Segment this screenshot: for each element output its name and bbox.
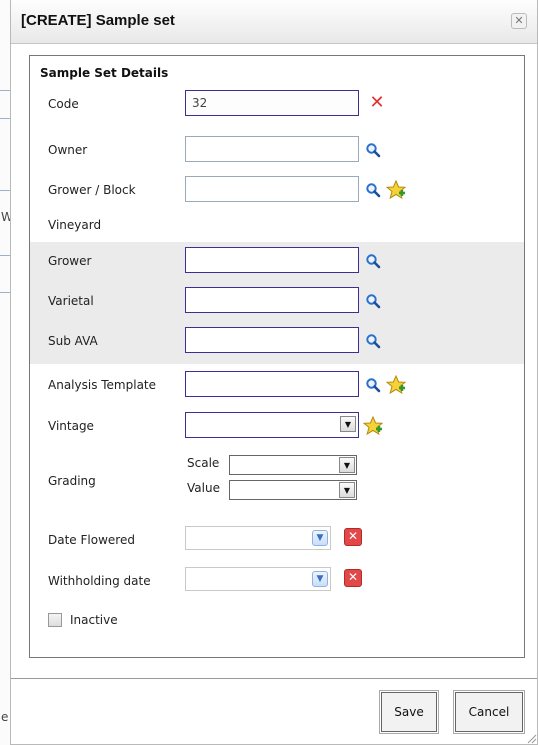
- clear-date-icon[interactable]: ✕: [344, 528, 362, 546]
- vintage-select[interactable]: ▼: [185, 412, 359, 438]
- add-star-icon[interactable]: [362, 415, 384, 436]
- grading-value-select[interactable]: ▼: [229, 480, 357, 500]
- grading-scale-select[interactable]: ▼: [229, 455, 357, 475]
- search-icon[interactable]: [363, 331, 383, 351]
- row-withholding-date: Withholding date ▼ ✕: [30, 562, 524, 602]
- dialog-title: [CREATE] Sample set: [21, 12, 175, 29]
- row-code: Code 32 ✕: [30, 85, 524, 125]
- row-vineyard: Vineyard: [30, 206, 524, 240]
- save-button[interactable]: Save: [379, 690, 439, 734]
- sub-ava-label: Sub AVA: [48, 334, 98, 348]
- cancel-button[interactable]: Cancel: [453, 690, 525, 734]
- row-sub-ava: Sub AVA: [30, 322, 524, 364]
- dropdown-arrow-icon: ▼: [339, 482, 355, 498]
- row-vintage: Vintage ▼: [30, 407, 524, 447]
- grower-input[interactable]: [185, 247, 359, 273]
- row-grading: Grading Scale ▼ Value ▼: [30, 452, 524, 510]
- resize-grip-icon[interactable]: [525, 732, 537, 744]
- sub-ava-input[interactable]: [185, 327, 359, 353]
- grower-label: Grower: [48, 254, 92, 268]
- grading-value-label: Value: [187, 481, 220, 495]
- vineyard-label: Vineyard: [48, 218, 102, 232]
- close-icon[interactable]: ✕: [511, 13, 527, 29]
- section-title: Sample Set Details: [40, 66, 169, 80]
- dialog-titlebar[interactable]: [CREATE] Sample set ✕: [11, 0, 537, 44]
- analysis-template-label: Analysis Template: [48, 378, 157, 392]
- varietal-input[interactable]: [185, 287, 359, 313]
- varietal-label: Varietal: [48, 294, 94, 308]
- owner-input[interactable]: [185, 136, 359, 162]
- vintage-dropdown[interactable]: ▼: [338, 416, 356, 434]
- withholding-date-label: Withholding date: [48, 574, 151, 588]
- vintage-label: Vintage: [48, 419, 94, 433]
- chevron-down-icon[interactable]: ▼: [312, 530, 328, 546]
- row-owner: Owner: [30, 131, 524, 171]
- code-input[interactable]: 32: [185, 90, 359, 116]
- clear-date-icon[interactable]: ✕: [344, 569, 362, 587]
- analysis-template-input[interactable]: [185, 371, 359, 397]
- withholding-date-input[interactable]: ▼: [185, 567, 331, 591]
- grower-block-label: Grower / Block: [48, 183, 136, 197]
- clear-x-icon[interactable]: ✕: [367, 94, 387, 114]
- inactive-checkbox[interactable]: [48, 613, 62, 627]
- row-date-flowered: Date Flowered ▼ ✕: [30, 521, 524, 561]
- search-icon[interactable]: [363, 180, 383, 200]
- add-star-icon[interactable]: [385, 179, 407, 200]
- row-grower-block: Grower / Block: [30, 171, 524, 211]
- search-icon[interactable]: [363, 291, 383, 311]
- grower-block-input[interactable]: [185, 176, 359, 202]
- sample-set-details-panel: Sample Set Details Code 32 ✕ Owner Growe…: [29, 55, 525, 658]
- dropdown-arrow-icon: ▼: [339, 457, 355, 473]
- add-star-icon[interactable]: [385, 374, 407, 395]
- row-grower: Grower: [30, 242, 524, 282]
- row-varietal: Varietal: [30, 282, 524, 322]
- owner-label: Owner: [48, 143, 88, 157]
- grading-label: Grading: [48, 474, 96, 488]
- search-icon[interactable]: [363, 140, 383, 160]
- bg-partial-text: e: [1, 710, 9, 724]
- code-label: Code: [48, 97, 79, 111]
- grading-scale-label: Scale: [187, 456, 220, 470]
- inactive-label: Inactive: [70, 613, 118, 627]
- search-icon[interactable]: [363, 251, 383, 271]
- search-icon[interactable]: [363, 375, 383, 395]
- row-analysis-template: Analysis Template: [30, 366, 524, 406]
- row-inactive: Inactive: [30, 601, 524, 641]
- create-sample-set-dialog: [CREATE] Sample set ✕ Sample Set Details…: [10, 0, 538, 745]
- chevron-down-icon[interactable]: ▼: [312, 571, 328, 587]
- date-flowered-label: Date Flowered: [48, 533, 135, 547]
- dropdown-arrow-icon: ▼: [340, 416, 356, 432]
- date-flowered-input[interactable]: ▼: [185, 526, 331, 550]
